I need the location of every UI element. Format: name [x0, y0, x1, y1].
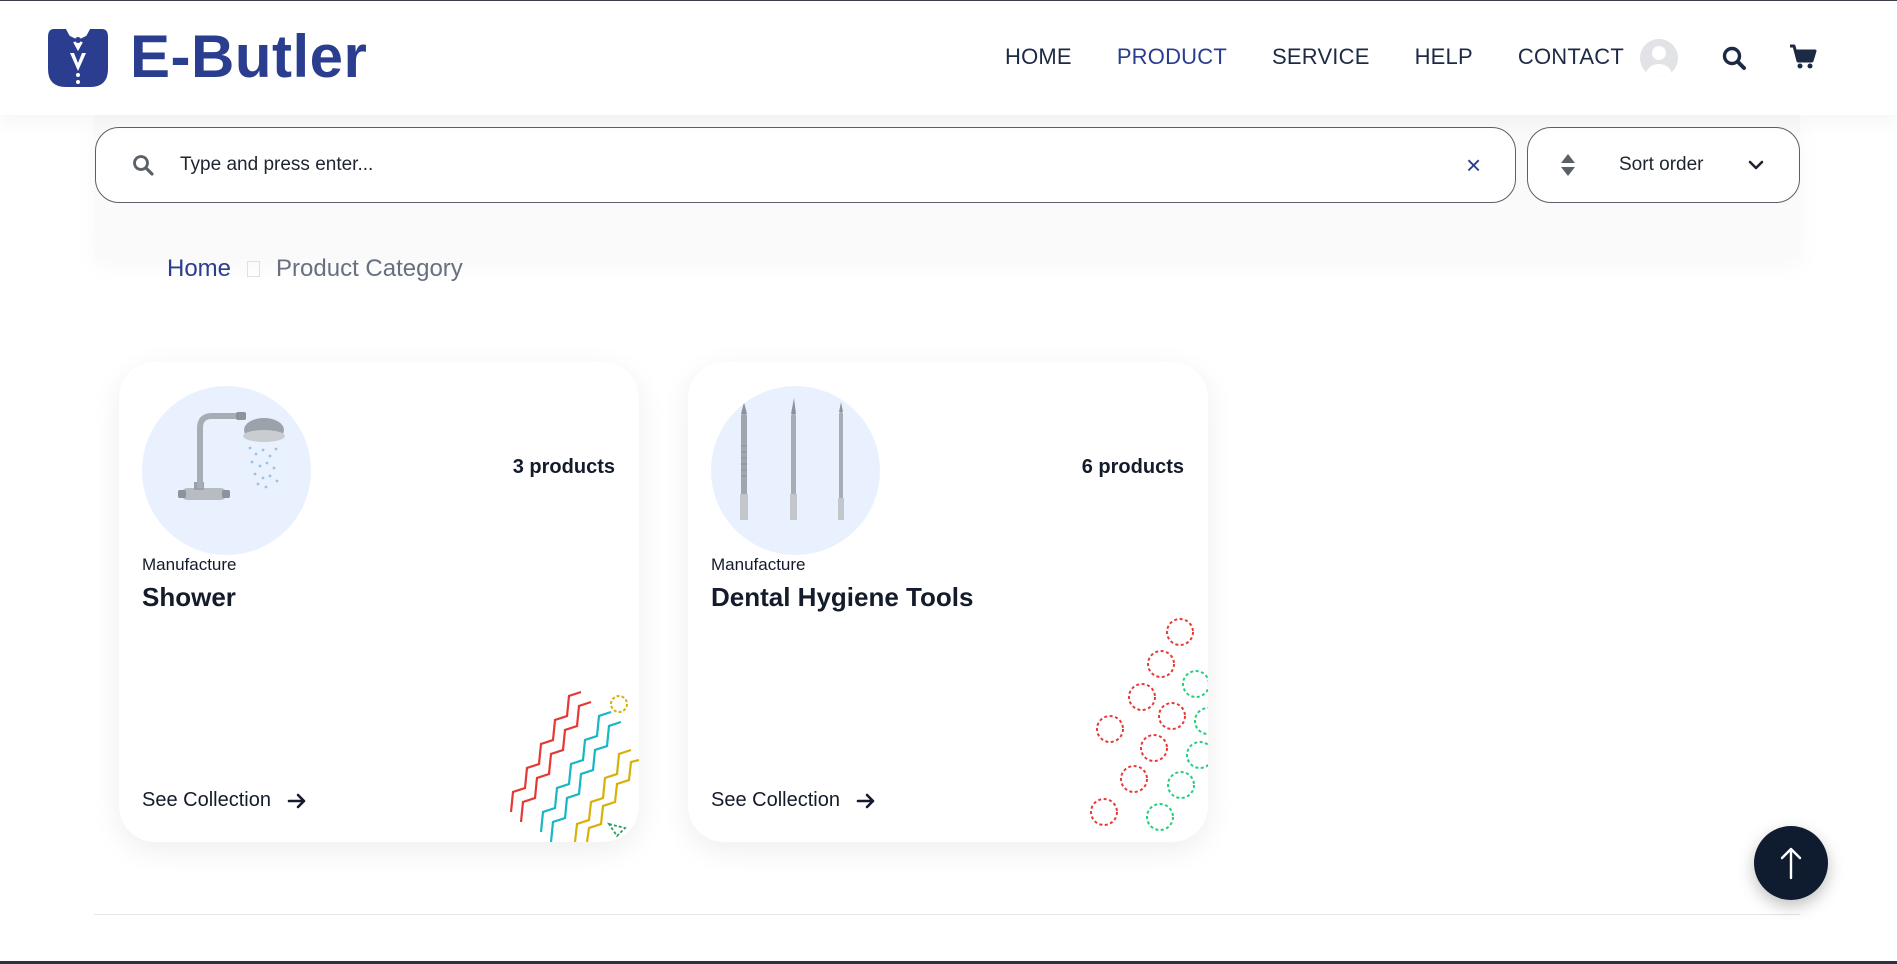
cart-icon[interactable]	[1789, 44, 1817, 70]
clear-search-icon[interactable]: ×	[1466, 152, 1481, 178]
nav-help[interactable]: HELP	[1415, 43, 1473, 71]
content-divider	[94, 914, 1800, 915]
scroll-to-top-button[interactable]	[1754, 826, 1828, 900]
breadcrumb-separator-icon	[247, 261, 261, 277]
category-card-shower[interactable]: 3 products Manufacture Shower See Collec…	[119, 362, 639, 842]
search-toolbar: × Sort order	[94, 115, 1800, 257]
see-collection-link[interactable]: See Collection	[711, 789, 876, 812]
breadcrumb-home[interactable]: Home	[167, 255, 231, 283]
brand-logo[interactable]: E-Butler	[46, 25, 367, 89]
see-collection-label: See Collection	[142, 789, 271, 811]
nav-product[interactable]: PRODUCT	[1117, 43, 1227, 71]
arrow-up-icon	[1780, 847, 1802, 880]
breadcrumb-current: Product Category	[276, 255, 463, 282]
dotted-circles-decoration	[1090, 618, 1208, 831]
nav-contact[interactable]: CONTACT	[1518, 43, 1624, 71]
main-nav: HOME PRODUCT SERVICE HELP CONTACT	[1005, 43, 1669, 71]
search-icon	[133, 155, 154, 176]
card-title: Dental Hygiene Tools	[711, 582, 974, 612]
breadcrumb: Home Product Category	[167, 255, 463, 283]
dental-tools-image	[711, 386, 880, 555]
product-count: 3 products	[512, 456, 615, 478]
shower-head-image	[142, 386, 311, 555]
search-icon[interactable]	[1721, 45, 1747, 71]
sort-order-label: Sort order	[1619, 154, 1704, 175]
card-subtitle: Manufacture	[711, 555, 806, 574]
see-collection-link[interactable]: See Collection	[142, 789, 307, 812]
see-collection-label: See Collection	[711, 789, 840, 811]
nav-home[interactable]: HOME	[1005, 43, 1072, 71]
zigzag-lines-decoration	[509, 690, 639, 842]
user-avatar-icon[interactable]	[1640, 39, 1678, 77]
arrow-right-icon	[856, 793, 875, 808]
sort-order-select[interactable]: Sort order	[1527, 127, 1800, 203]
butler-tuxedo-icon	[48, 29, 108, 87]
search-input[interactable]	[180, 146, 1420, 184]
card-subtitle: Manufacture	[142, 555, 237, 574]
nav-service[interactable]: SERVICE	[1272, 43, 1370, 71]
arrow-right-icon	[287, 793, 306, 808]
site-header: E-Butler HOME PRODUCT SERVICE HELP CONTA…	[0, 1, 1897, 115]
card-title: Shower	[142, 582, 236, 612]
chevron-down-icon	[1748, 160, 1764, 170]
brand-name: E-Butler	[130, 23, 368, 90]
product-count: 6 products	[1081, 456, 1184, 478]
search-field: ×	[95, 127, 1516, 203]
sort-icon	[1561, 154, 1575, 176]
category-card-dental-hygiene-tools[interactable]: 6 products Manufacture Dental Hygiene To…	[688, 362, 1208, 842]
